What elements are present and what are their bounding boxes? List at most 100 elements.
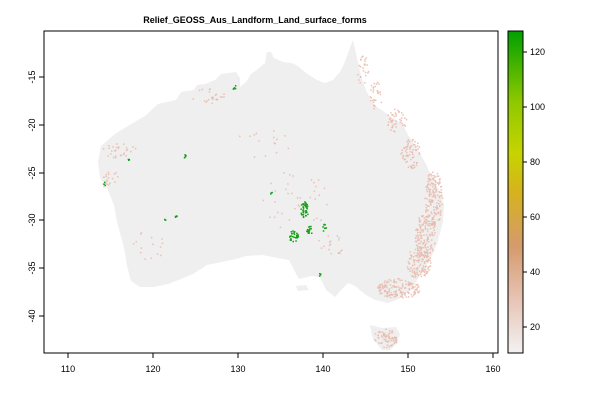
low-relief-pixel — [399, 279, 401, 282]
low-relief-pixel — [437, 199, 440, 202]
low-relief-pixel — [424, 225, 427, 227]
low-relief-pixel — [112, 146, 114, 148]
low-relief-pixel — [402, 114, 404, 116]
low-relief-pixel — [409, 148, 411, 150]
low-relief-pixel — [276, 138, 278, 141]
low-relief-pixel — [427, 268, 429, 270]
low-relief-pixel — [105, 173, 107, 176]
low-relief-pixel — [425, 218, 427, 221]
low-relief-pixel — [391, 294, 394, 296]
low-relief-pixel — [380, 335, 383, 337]
low-relief-pixel — [430, 239, 433, 241]
low-relief-pixel — [427, 241, 430, 243]
low-relief-pixel — [427, 236, 429, 239]
low-relief-pixel — [283, 172, 285, 174]
low-relief-pixel — [381, 342, 383, 344]
high-relief-pixel — [311, 232, 313, 234]
low-relief-pixel — [434, 187, 437, 189]
low-relief-pixel — [394, 108, 396, 111]
low-relief-pixel — [418, 290, 421, 292]
low-relief-pixel — [418, 239, 420, 241]
low-relief-pixel — [416, 260, 418, 262]
high-relief-pixel — [308, 229, 311, 232]
low-relief-pixel — [313, 190, 316, 193]
low-relief-pixel — [405, 296, 408, 298]
low-relief-pixel — [372, 89, 375, 91]
x-axis: 110 120 130 140 150 160 — [61, 352, 501, 374]
low-relief-pixel — [402, 154, 405, 157]
low-relief-pixel — [397, 286, 399, 288]
low-relief-pixel — [410, 293, 413, 296]
low-relief-pixel — [401, 122, 403, 125]
low-relief-pixel — [330, 252, 332, 255]
low-relief-pixel — [419, 273, 422, 276]
low-relief-pixel — [425, 234, 428, 236]
low-relief-pixel — [262, 199, 265, 202]
low-relief-pixel — [161, 238, 163, 240]
low-relief-pixel — [362, 55, 364, 58]
high-relief-pixel — [319, 273, 321, 275]
low-relief-pixel — [110, 153, 112, 155]
low-relief-pixel — [407, 166, 410, 168]
low-relief-pixel — [374, 105, 376, 107]
low-relief-pixel — [103, 176, 105, 178]
high-relief-pixel — [300, 204, 303, 206]
low-relief-pixel — [427, 266, 429, 268]
low-relief-pixel — [317, 179, 320, 181]
low-relief-pixel — [422, 267, 424, 269]
low-relief-pixel — [391, 330, 394, 332]
low-relief-pixel — [405, 118, 408, 121]
high-relief-pixel — [290, 231, 293, 233]
low-relief-pixel — [105, 182, 107, 185]
low-relief-pixel — [436, 194, 439, 197]
colorbar-tick-label: 80 — [530, 157, 540, 167]
low-relief-pixel — [431, 199, 433, 201]
low-relief-pixel — [395, 126, 397, 128]
colorbar — [507, 30, 524, 354]
low-relief-pixel — [414, 144, 416, 146]
y-tick-label: -35 — [27, 261, 37, 274]
low-relief-pixel — [401, 283, 404, 285]
low-relief-pixel — [384, 280, 386, 282]
low-relief-pixel — [395, 295, 397, 298]
low-relief-pixel — [399, 118, 401, 121]
colorbar-tick-label: 100 — [530, 102, 545, 112]
low-relief-pixel — [391, 331, 394, 334]
x-tick-label: 130 — [230, 364, 245, 374]
low-relief-pixel — [389, 284, 392, 286]
colorbar-tick-label: 60 — [530, 212, 540, 222]
low-relief-pixel — [431, 234, 433, 237]
low-relief-pixel — [424, 246, 427, 249]
high-relief-pixel — [104, 181, 106, 184]
low-relief-pixel — [437, 212, 440, 215]
low-relief-pixel — [390, 112, 392, 114]
low-relief-pixel — [375, 99, 377, 101]
low-relief-pixel — [390, 340, 393, 342]
high-relief-pixel — [294, 237, 297, 239]
low-relief-pixel — [381, 283, 383, 285]
high-relief-pixel — [233, 87, 236, 89]
low-relief-pixel — [203, 100, 206, 102]
low-relief-pixel — [378, 285, 380, 288]
high-relief-pixel — [304, 210, 306, 212]
low-relief-pixel — [429, 190, 431, 192]
low-relief-pixel — [434, 194, 436, 196]
high-relief-pixel — [323, 227, 326, 229]
low-relief-pixel — [421, 223, 423, 226]
low-relief-pixel — [393, 123, 396, 126]
low-relief-pixel — [401, 293, 403, 296]
low-relief-pixel — [297, 204, 300, 206]
high-relief-pixel — [308, 232, 310, 234]
high-relief-pixel — [295, 240, 297, 242]
low-relief-pixel — [258, 140, 260, 142]
low-relief-pixel — [404, 280, 407, 282]
low-relief-pixel — [364, 64, 366, 66]
low-relief-pixel — [420, 275, 423, 278]
low-relief-pixel — [412, 286, 414, 288]
low-relief-pixel — [274, 190, 276, 192]
low-relief-pixel — [414, 286, 416, 288]
low-relief-pixel — [309, 196, 312, 199]
low-relief-pixel — [422, 265, 425, 267]
low-relief-pixel — [425, 216, 427, 218]
low-relief-pixel — [395, 120, 397, 122]
